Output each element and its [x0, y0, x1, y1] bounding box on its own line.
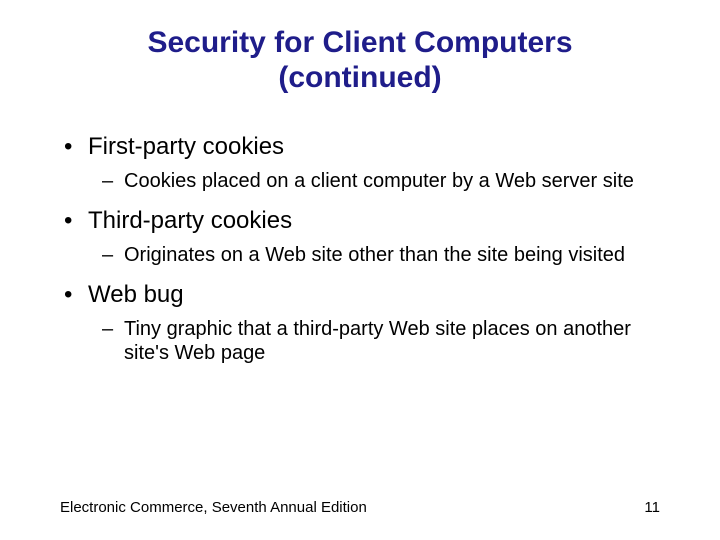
list-subitem: – Tiny graphic that a third-party Web si…: [102, 317, 660, 365]
dash-icon: –: [102, 317, 124, 365]
list-subitem-text: Cookies placed on a client computer by a…: [124, 169, 634, 193]
list-subitem-text: Tiny graphic that a third-party Web site…: [124, 317, 660, 365]
bullet-icon: •: [60, 281, 88, 309]
title-line-2: (continued): [278, 61, 441, 94]
list-item-text: Web bug: [88, 281, 184, 309]
list-item-text: First-party cookies: [88, 133, 284, 161]
list-item: • Third-party cookies: [60, 207, 660, 235]
slide-title: Security for Client Computers (continued…: [0, 0, 720, 105]
dash-icon: –: [102, 243, 124, 267]
list-subitem: – Originates on a Web site other than th…: [102, 243, 660, 267]
list-item: • First-party cookies: [60, 133, 660, 161]
dash-icon: –: [102, 169, 124, 193]
title-line-1: Security for Client Computers: [147, 26, 572, 59]
list-subitem: – Cookies placed on a client computer by…: [102, 169, 660, 193]
list-item: • Web bug: [60, 281, 660, 309]
list-subitem-text: Originates on a Web site other than the …: [124, 243, 625, 267]
bullet-icon: •: [60, 207, 88, 235]
page-number: 11: [644, 499, 660, 516]
footer-text: Electronic Commerce, Seventh Annual Edit…: [60, 499, 367, 516]
bullet-icon: •: [60, 133, 88, 161]
slide-body: • First-party cookies – Cookies placed o…: [0, 105, 720, 365]
list-item-text: Third-party cookies: [88, 207, 292, 235]
